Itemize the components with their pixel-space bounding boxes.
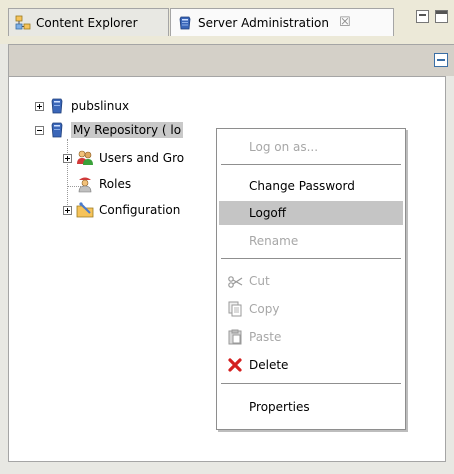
menu-item-logoff[interactable]: Logoff	[219, 201, 403, 225]
delete-icon	[228, 358, 242, 372]
menu-item-label: Copy	[249, 302, 280, 316]
tree-item-pubslinux[interactable]: pubslinux	[35, 95, 129, 117]
configuration-icon	[76, 202, 94, 218]
server-icon	[51, 122, 63, 138]
expand-toggle[interactable]	[63, 153, 72, 163]
tab-bar: Content Explorer Server Administration ☒	[0, 0, 454, 44]
tree-item-label: Users and Gro	[99, 151, 185, 165]
menu-separator	[221, 258, 401, 259]
expand-toggle[interactable]	[63, 205, 72, 215]
menu-item-label: Rename	[249, 234, 299, 248]
context-menu: Log on as... Change Password Logoff Rena…	[216, 128, 406, 430]
menu-item-label: Delete	[249, 358, 289, 372]
menu-separator	[221, 383, 401, 384]
menu-item-copy[interactable]: Copy	[219, 297, 403, 321]
menu-item-label: Properties	[249, 400, 310, 414]
tree-item-label: pubslinux	[71, 99, 130, 113]
menu-item-change-password[interactable]: Change Password	[219, 174, 403, 198]
tab-server-administration-label: Server Administration	[198, 15, 329, 30]
tree-item-label: Configuration	[99, 203, 181, 217]
content-explorer-icon	[15, 15, 31, 29]
tab-content-explorer-label: Content Explorer	[36, 15, 138, 30]
server-administration-window: Content Explorer Server Administration ☒	[0, 0, 454, 474]
scissors-icon	[228, 276, 243, 288]
menu-item-log-on-as[interactable]: Log on as...	[219, 135, 403, 159]
collapse-all-icon[interactable]	[434, 53, 448, 67]
minimize-icon[interactable]	[416, 10, 429, 23]
tab-server-administration[interactable]: Server Administration ☒	[170, 8, 394, 36]
close-tab-icon[interactable]: ☒	[339, 16, 351, 29]
view-toolbar	[8, 44, 454, 76]
menu-item-label: Paste	[249, 330, 282, 344]
tree-item-label: My Repository ( lo	[71, 122, 184, 138]
menu-item-paste[interactable]: Paste	[219, 325, 403, 349]
server-icon	[51, 98, 63, 114]
menu-item-cut[interactable]: Cut	[219, 269, 403, 293]
tree-item-configuration[interactable]: Configuration	[63, 199, 180, 221]
menu-item-properties[interactable]: Properties	[219, 395, 403, 419]
menu-separator	[221, 164, 401, 165]
copy-icon	[228, 301, 242, 317]
tree-item-users-and-groups[interactable]: Users and Gro	[63, 147, 184, 169]
menu-item-label: Log on as...	[249, 140, 319, 154]
menu-item-label: Change Password	[249, 179, 355, 193]
view-controls	[416, 10, 448, 23]
maximize-icon[interactable]	[435, 10, 448, 23]
collapse-toggle[interactable]	[35, 125, 44, 135]
menu-item-label: Cut	[249, 274, 270, 288]
expand-toggle[interactable]	[35, 101, 44, 111]
menu-item-delete[interactable]: Delete	[219, 353, 403, 377]
roles-icon	[78, 177, 92, 193]
tree-item-roles[interactable]: Roles	[76, 173, 131, 195]
paste-icon	[228, 329, 242, 345]
server-admin-icon	[179, 16, 191, 29]
tab-content-explorer[interactable]: Content Explorer	[8, 8, 169, 36]
tree-item-label: Roles	[99, 177, 132, 191]
menu-item-rename[interactable]: Rename	[219, 229, 403, 253]
users-icon	[77, 150, 93, 165]
menu-item-label: Logoff	[249, 206, 287, 220]
tree-item-my-repository[interactable]: My Repository ( lo	[35, 119, 184, 141]
